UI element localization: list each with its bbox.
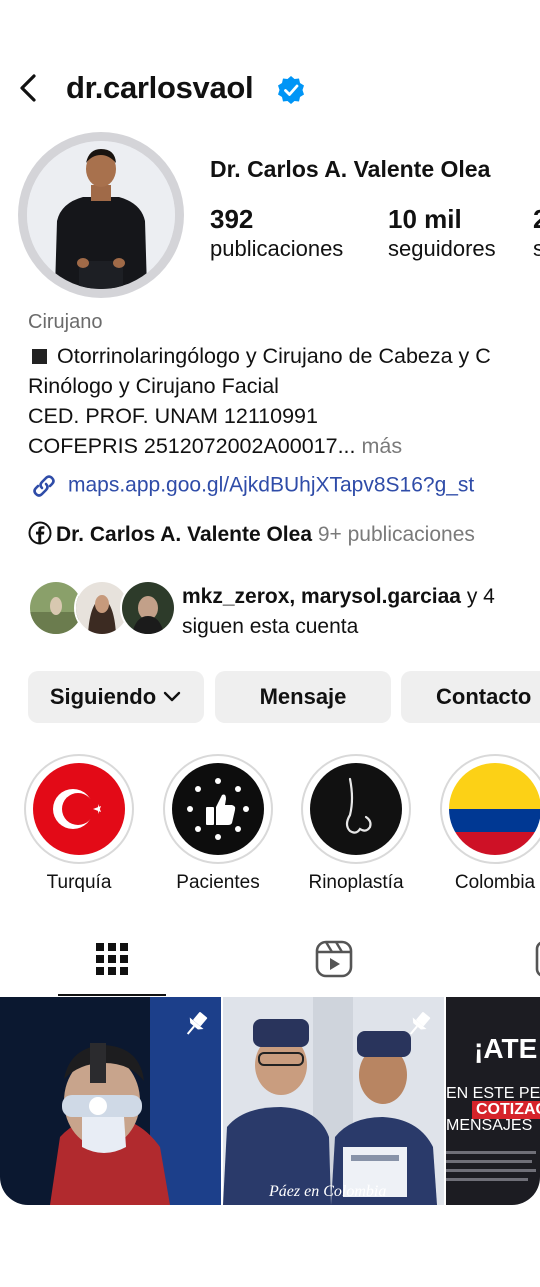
followed-by-rest: y 4 (461, 585, 495, 608)
followed-by-text: mkz_zerox, marysol.garciaa y 4 siguen es… (182, 582, 495, 642)
highlight-rinoplastia[interactable]: Rinoplastía (301, 754, 411, 894)
stat-following-label: s (533, 236, 540, 261)
stat-posts[interactable]: 392 publicaciones (210, 204, 343, 264)
followed-by-names: mkz_zerox, marysol.garciaa (182, 585, 461, 608)
instagram-profile-screen: dr.carlosvaol Dr. Carlos A. Valente Olea… (0, 0, 540, 1205)
post-overlay-text: Páez en Colombia (269, 1183, 387, 1200)
nose-outline-icon (310, 763, 402, 855)
post-tile-2[interactable]: Páez en Colombia (223, 997, 444, 1205)
post-text-1: ¡ATE (474, 1033, 538, 1064)
follower-avatar-3 (120, 580, 176, 636)
highlight-label: Pacientes (176, 872, 260, 893)
tagged-icon (535, 941, 540, 977)
avatar[interactable] (27, 141, 175, 289)
highlight-turquia[interactable]: Turquía (24, 754, 134, 894)
highlight-colombia[interactable]: Colombia (440, 754, 540, 894)
profile-link-text: maps.app.goo.gl/AjkdBUhjXTapv8S16?g_st (68, 473, 475, 497)
pinned-icon (186, 1012, 208, 1035)
thumbs-up-stars-icon (172, 763, 264, 855)
post-text-4: MENSAJES (446, 1117, 533, 1134)
highlight-pacientes[interactable]: Pacientes (163, 754, 273, 894)
profile-bio: Otorrinolaringólogo y Cirujano de Cabeza… (28, 341, 491, 461)
facebook-link[interactable]: Dr. Carlos A. Valente Olea 9+ publicacio… (28, 521, 475, 547)
stat-posts-label: publicaciones (210, 236, 344, 261)
stat-following[interactable]: 2 s (533, 204, 540, 264)
stat-posts-value: 392 (210, 204, 254, 234)
profile-tabs (0, 930, 540, 996)
highlight-label: Turquía (46, 872, 112, 893)
message-button[interactable]: Mensaje (215, 671, 391, 723)
stat-following-value: 2 (533, 204, 540, 234)
pinned-icon (409, 1012, 431, 1035)
turkey-flag-icon (33, 763, 125, 855)
facebook-post-count: 9+ publicaciones (317, 523, 475, 546)
followed-by[interactable]: mkz_zerox, marysol.garciaa y 4 siguen es… (28, 580, 540, 640)
stat-followers-value: 10 mil (388, 204, 462, 234)
profile-link[interactable]: maps.app.goo.gl/AjkdBUhjXTapv8S16?g_st (28, 470, 474, 502)
highlight-label: Colombia (454, 872, 536, 893)
stat-followers[interactable]: 10 mil seguidores (388, 204, 496, 264)
chevron-down-icon (163, 691, 181, 702)
grid-icon (96, 943, 128, 975)
tab-posts-grid[interactable] (58, 930, 166, 996)
verified-badge-icon (278, 76, 304, 104)
tab-reels[interactable] (280, 930, 388, 996)
profile-username: dr.carlosvaol (66, 70, 254, 105)
posts-grid: Páez en Colombia ¡ATE EN ESTE PE COTIZAC… (0, 997, 540, 1205)
bio-more-link[interactable]: más (361, 434, 402, 458)
profile-full-name: Dr. Carlos A. Valente Olea (210, 156, 491, 182)
back-arrow-icon[interactable] (14, 70, 42, 106)
followed-by-line2: siguen esta cuenta (182, 615, 359, 638)
highlight-label: Rinoplastía (308, 872, 404, 893)
post-body-lines (446, 1145, 540, 1187)
facebook-icon (28, 521, 52, 545)
tab-tagged[interactable] (520, 930, 540, 996)
colombia-flag-icon (449, 763, 540, 855)
reels-icon (315, 940, 353, 978)
avatar-photo (27, 141, 175, 289)
post-tile-3[interactable]: ¡ATE EN ESTE PE COTIZAC MENSAJES (446, 997, 540, 1205)
link-icon (33, 475, 55, 497)
bio-line-2: Rinólogo y Cirujano Facial (28, 374, 279, 398)
stat-followers-label: seguidores (388, 236, 496, 261)
bio-line-3: CED. PROF. UNAM 12110991 (28, 404, 318, 428)
bio-line-1: Otorrinolaringólogo y Cirujano de Cabeza… (28, 341, 491, 371)
top-bar: dr.carlosvaol (0, 62, 540, 114)
facebook-name: Dr. Carlos A. Valente Olea (56, 523, 312, 546)
profile-category: Cirujano (28, 311, 103, 333)
following-button[interactable]: Siguiendo (28, 671, 204, 723)
bio-line-4: COFEPRIS 2512072002A00017... más (28, 434, 403, 458)
contact-button[interactable]: Contacto (401, 671, 540, 723)
black-square-icon (32, 348, 47, 364)
post-tile-1[interactable] (0, 997, 221, 1205)
